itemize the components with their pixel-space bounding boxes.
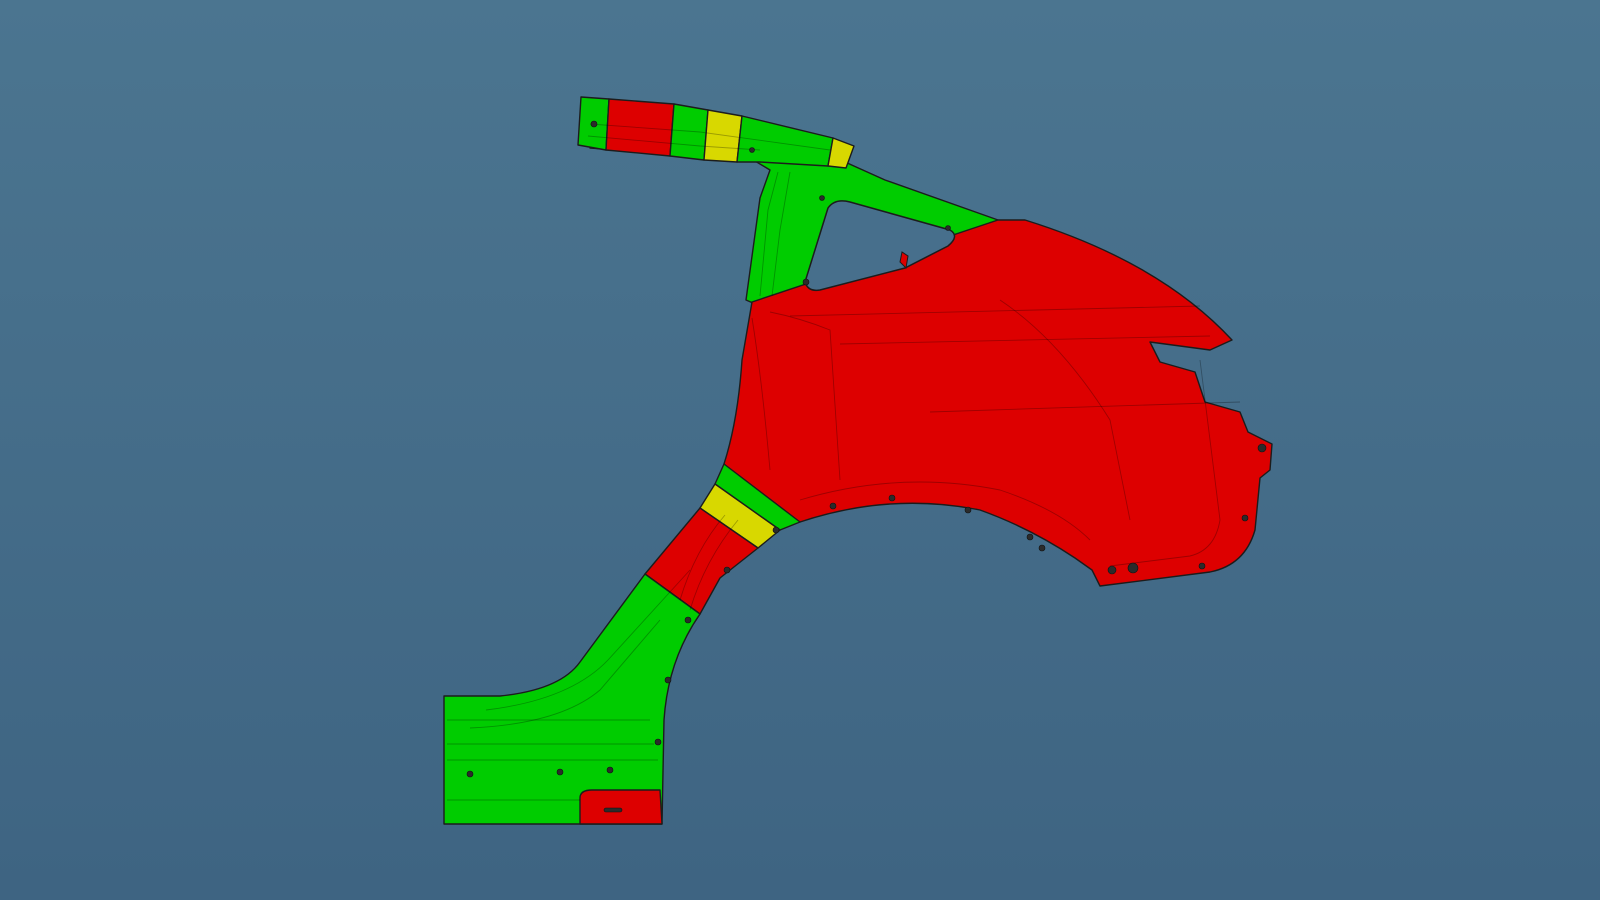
mounting-hole [684, 616, 692, 624]
mounting-hole [945, 225, 951, 231]
mounting-hole [772, 526, 780, 534]
mounting-hole [1127, 562, 1139, 574]
mounting-hole [606, 766, 614, 774]
mounting-hole [1257, 443, 1267, 453]
mounting-hole [590, 120, 598, 128]
mounting-hole [466, 770, 474, 778]
zone-roof-rail-tip [827, 137, 855, 169]
mounting-hole [1107, 565, 1117, 575]
mounting-hole [1198, 562, 1206, 570]
mounting-hole [723, 566, 731, 574]
mounting-hole [1241, 514, 1249, 522]
drain-slot [603, 807, 623, 813]
mounting-hole [1026, 533, 1034, 541]
mounting-hole [1038, 544, 1046, 552]
mounting-hole [749, 147, 755, 153]
mounting-hole [819, 195, 825, 201]
mounting-hole [664, 676, 672, 684]
mounting-hole [654, 738, 662, 746]
zone-roof-rail-e [736, 115, 834, 167]
3d-viewport[interactable] [0, 0, 1600, 900]
mounting-hole [556, 768, 564, 776]
zone-rocker-pocket [579, 789, 663, 825]
mounting-hole [802, 278, 810, 286]
mounting-hole [964, 506, 972, 514]
zone-rocker-section [443, 573, 701, 825]
quarter-panel-model[interactable] [0, 0, 1600, 900]
zone-roof-rail-d [703, 109, 743, 163]
mounting-hole [829, 502, 837, 510]
mounting-hole [888, 494, 896, 502]
